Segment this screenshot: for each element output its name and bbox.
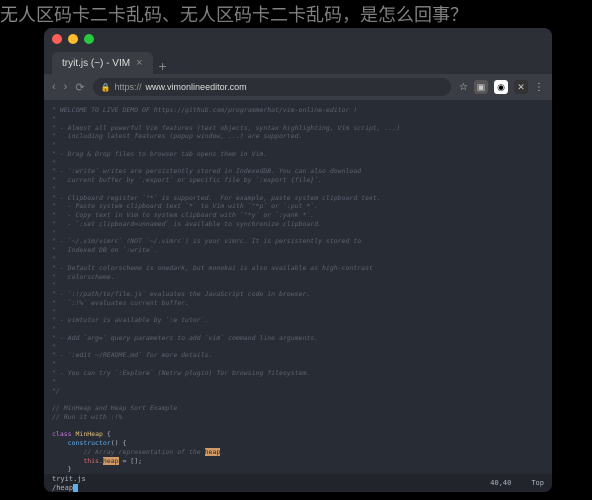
- code-line: ": [52, 360, 544, 369]
- url-bar: ‹ › ⟳ 🔒 https://www.vimonlineeditor.com …: [44, 74, 552, 100]
- status-scroll: Top: [531, 479, 544, 487]
- code-line: ": [52, 308, 544, 317]
- url-prefix: https://: [115, 82, 142, 92]
- code-line: // MinHeap and Heap Sort Example: [52, 404, 544, 413]
- code-line: ": [52, 159, 544, 168]
- code-line: " colorscheme.: [52, 273, 544, 282]
- extension-icon-2[interactable]: ◉: [494, 80, 508, 94]
- vim-editor[interactable]: " WELCOME TO LIVE DEMO OF https://github…: [44, 100, 552, 492]
- status-filename: tryit.js: [52, 475, 86, 483]
- new-tab-button[interactable]: +: [159, 58, 167, 74]
- code-line: ": [52, 185, 544, 194]
- code-line: [52, 395, 544, 404]
- tab-close-icon[interactable]: ×: [136, 57, 142, 69]
- extension-icon-1[interactable]: ▣: [474, 80, 488, 94]
- status-search: /heap: [52, 484, 73, 492]
- code-line: ": [52, 281, 544, 290]
- code-line: ": [52, 229, 544, 238]
- code-line: " current buffer by `:export` or specifi…: [52, 176, 544, 185]
- code-line: " - Default colorscheme is onedark, but …: [52, 264, 544, 273]
- code-line: [52, 422, 544, 431]
- vim-statusbar: tryit.js /heap 40,40 Top: [44, 474, 552, 492]
- code-line: " - Paste system clipboard text `*` to V…: [52, 202, 544, 211]
- forward-button[interactable]: ›: [64, 81, 68, 94]
- reload-button[interactable]: ⟳: [75, 81, 84, 94]
- lock-icon: 🔒: [101, 83, 111, 92]
- code-line: ": [52, 325, 544, 334]
- code-line: }: [52, 465, 544, 474]
- code-line: " - Add `arg=` query parameters to add `…: [52, 334, 544, 343]
- maximize-icon[interactable]: [84, 34, 94, 44]
- back-button[interactable]: ‹: [52, 81, 56, 94]
- tab-strip: tryit.js (~) - VIM × +: [44, 50, 552, 74]
- url-input[interactable]: 🔒 https:// www.vimonlineeditor.com: [93, 78, 451, 96]
- code-line: ": [52, 141, 544, 150]
- code-line: " - vimtutor is available by `:e tutor`.: [52, 316, 544, 325]
- titlebar: [44, 28, 552, 50]
- code-line: " - `:set clipboard=unnamed` is availabl…: [52, 220, 544, 229]
- code-line: " - `:edit ~/README.md` for more details…: [52, 351, 544, 360]
- code-line: ": [52, 255, 544, 264]
- extension-icon-3[interactable]: ✕: [514, 80, 528, 94]
- code-line: " - Clipboard register `"*` is supported…: [52, 194, 544, 203]
- code-line: " - Almost all powerful Vim features (te…: [52, 124, 544, 133]
- menu-icon[interactable]: ⋮: [534, 82, 544, 93]
- code-line: " - Drag & Drop files to browser tab ope…: [52, 150, 544, 159]
- traffic-lights: [52, 34, 94, 44]
- tab-title: tryit.js (~) - VIM: [62, 58, 130, 69]
- code-line: " `:!%` evaluates current buffer.: [52, 299, 544, 308]
- code-line: " - `:write` writes are persistently sto…: [52, 167, 544, 176]
- code-line: ": [52, 343, 544, 352]
- code-line: this.heap = [];: [52, 457, 544, 466]
- code-line: " - `:!/path/to/file.js` evaluates the J…: [52, 290, 544, 299]
- code-line: ": [52, 115, 544, 124]
- code-line: "/: [52, 387, 544, 396]
- minimize-icon[interactable]: [68, 34, 78, 44]
- code-line: " - You can try `:Explore` (Netrw plugin…: [52, 369, 544, 378]
- code-line: " WELCOME TO LIVE DEMO OF https://github…: [52, 106, 544, 115]
- tab-active[interactable]: tryit.js (~) - VIM ×: [52, 52, 153, 74]
- code-line: // Run it with :!%: [52, 413, 544, 422]
- code-line: " - Copy text in Vim to system clipboard…: [52, 211, 544, 220]
- close-icon[interactable]: [52, 34, 62, 44]
- code-line: class MinHeap {: [52, 430, 544, 439]
- browser-window: tryit.js (~) - VIM × + ‹ › ⟳ 🔒 https:// w…: [44, 28, 552, 492]
- code-line: ": [52, 378, 544, 387]
- status-position: 40,40: [490, 479, 511, 487]
- url-text: www.vimonlineeditor.com: [146, 82, 247, 92]
- star-icon[interactable]: ☆: [459, 82, 468, 93]
- code-line: " - `~/.vim/vimrc` (NOT `~/.vimrc`) is y…: [52, 237, 544, 246]
- cursor-icon: [73, 484, 78, 492]
- code-line: // Array representation of the heap.: [52, 448, 544, 457]
- background-text: 无人区码卡二卡乱码、无人区码卡二卡乱码，是怎么回事？: [0, 2, 468, 29]
- code-line: constructor() {: [52, 439, 544, 448]
- code-line: " Indexed DB on `:write`.: [52, 246, 544, 255]
- code-line: " including latest features (popup windo…: [52, 132, 544, 141]
